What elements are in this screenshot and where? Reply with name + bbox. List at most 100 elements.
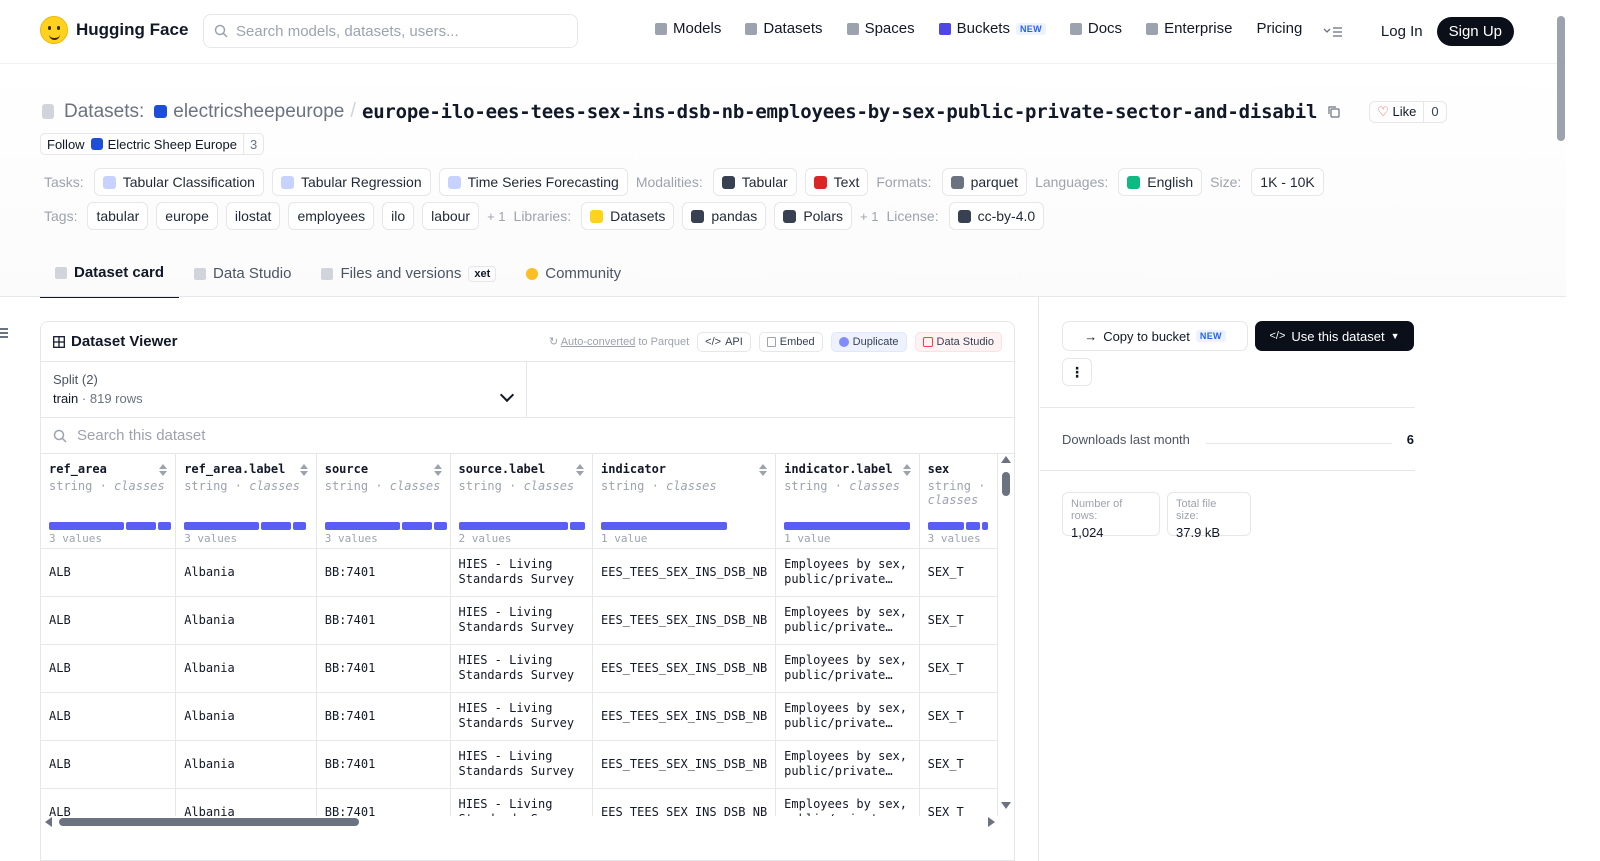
scroll-down-icon[interactable] <box>1001 802 1011 809</box>
data-studio-button[interactable]: Data Studio <box>914 331 1002 352</box>
table-cell[interactable]: SEX_T <box>919 596 998 645</box>
scroll-up-icon[interactable] <box>1001 456 1011 463</box>
table-cell[interactable]: ALB <box>41 548 177 597</box>
column-header[interactable]: indicator.label string · classes 1 value <box>775 454 920 549</box>
duplicate-button[interactable]: Duplicate <box>830 331 907 352</box>
dataset-name[interactable]: europe-ilo-ees-tees-sex-ins-dsb-nb-emplo… <box>362 101 1318 123</box>
library-chip[interactable]: Polars <box>774 202 852 230</box>
sort-icon[interactable] <box>159 464 168 476</box>
table-row[interactable]: ALBAlbaniaBB:7401HIES - LivingStandards … <box>41 596 998 645</box>
table-vertical-scrollbar[interactable] <box>1001 456 1011 816</box>
sidebar-toggle-icon[interactable] <box>0 328 8 338</box>
table-row[interactable]: ALBAlbaniaBB:7401HIES - LivingStandards … <box>41 788 998 816</box>
sort-icon[interactable] <box>759 464 768 476</box>
global-search[interactable] <box>203 14 578 48</box>
tag-chip[interactable]: employees <box>288 202 375 230</box>
dataset-search-input[interactable] <box>77 427 942 444</box>
more-options-icon[interactable]: ⋮ <box>1062 358 1092 386</box>
table-cell[interactable]: BB:7401 <box>316 644 451 693</box>
table-cell[interactable]: ALB <box>41 692 177 741</box>
language-chip[interactable]: English <box>1118 168 1203 196</box>
api-button[interactable]: </> API <box>697 331 751 352</box>
login-link[interactable]: Log In <box>1381 23 1423 40</box>
page-scrollbar[interactable] <box>1556 0 1566 861</box>
like-button[interactable]: ♡ Like 0 <box>1369 100 1447 123</box>
table-cell[interactable]: Albania <box>175 692 317 741</box>
sort-icon[interactable] <box>433 464 442 476</box>
table-cell[interactable]: EES_TEES_SEX_INS_DSB_NB <box>592 596 777 645</box>
table-cell[interactable]: HIES - LivingStandards Survey <box>450 548 594 597</box>
follow-button[interactable]: Follow Electric Sheep Europe 3 <box>40 133 265 155</box>
nav-link-spaces[interactable]: Spaces <box>846 20 915 37</box>
scroll-thumb[interactable] <box>59 818 359 826</box>
nav-link-datasets[interactable]: Datasets <box>745 20 823 37</box>
table-cell[interactable]: HIES - LivingStandards Survey <box>450 644 594 693</box>
histogram-bar[interactable] <box>784 522 911 530</box>
table-cell[interactable]: ALB <box>41 644 177 693</box>
table-cell[interactable]: Albania <box>175 740 317 789</box>
column-header[interactable]: indicator string · classes 1 value <box>592 454 777 549</box>
table-cell[interactable]: HIES - LivingStandards Survey <box>450 788 594 816</box>
histogram-bar[interactable] <box>927 522 964 530</box>
tag-chip[interactable]: labour <box>422 202 480 230</box>
nav-link-models[interactable]: Models <box>655 20 721 37</box>
nav-link-buckets[interactable]: Buckets NEW <box>938 20 1046 37</box>
menu-icon[interactable] <box>1323 25 1343 39</box>
table-row[interactable]: ALBAlbaniaBB:7401HIES - LivingStandards … <box>41 644 998 693</box>
histogram-bar[interactable] <box>261 522 292 530</box>
histogram-bar[interactable] <box>49 522 124 530</box>
column-header[interactable]: sex string · classes 3 values <box>919 454 998 549</box>
tag-chip[interactable]: tabular <box>87 202 149 230</box>
table-cell[interactable]: Employees by sex,public/private… <box>775 788 920 816</box>
tab-data-studio[interactable]: Data Studio <box>179 258 306 298</box>
scroll-left-icon[interactable] <box>45 817 52 827</box>
histogram-bar[interactable] <box>324 522 400 530</box>
library-chip[interactable]: Datasets <box>581 202 675 230</box>
table-cell[interactable]: SEX_T <box>919 740 998 789</box>
dataset-search[interactable] <box>41 418 1014 454</box>
table-cell[interactable]: BB:7401 <box>316 596 451 645</box>
column-histogram[interactable] <box>784 522 911 530</box>
tag-chip[interactable]: ilo <box>382 202 415 230</box>
table-cell[interactable]: Albania <box>175 596 317 645</box>
column-header[interactable]: source string · classes 3 values <box>316 454 451 549</box>
nav-link-enterprise[interactable]: Enterprise <box>1146 20 1232 37</box>
table-cell[interactable]: Employees by sex,public/private… <box>775 740 920 789</box>
scroll-thumb[interactable] <box>1002 472 1010 496</box>
table-cell[interactable]: SEX_T <box>919 644 998 693</box>
histogram-bar[interactable] <box>401 522 432 530</box>
format-chip[interactable]: parquet <box>941 168 1028 196</box>
column-histogram[interactable] <box>927 522 988 530</box>
signup-button[interactable]: Sign Up <box>1436 17 1514 46</box>
histogram-bar[interactable] <box>601 522 727 530</box>
table-cell[interactable]: ALB <box>41 788 177 816</box>
histogram-bar[interactable] <box>158 522 171 530</box>
sort-icon[interactable] <box>576 464 584 476</box>
histogram-bar[interactable] <box>126 522 156 530</box>
global-search-input[interactable] <box>236 22 563 40</box>
table-cell[interactable]: Employees by sex,public/private… <box>775 692 920 741</box>
table-cell[interactable]: Employees by sex,public/private… <box>775 548 920 597</box>
table-cell[interactable]: SEX_T <box>919 692 998 741</box>
task-chip[interactable]: Tabular Classification <box>93 168 264 196</box>
column-header[interactable]: source.label string · classes 2 values <box>450 454 594 549</box>
license-chip[interactable]: cc-by-4.0 <box>948 202 1045 230</box>
column-histogram[interactable] <box>601 522 727 530</box>
sort-icon[interactable] <box>299 464 308 476</box>
libraries-more[interactable]: + 1 <box>860 209 878 224</box>
table-cell[interactable]: BB:7401 <box>316 548 451 597</box>
table-cell[interactable]: EES_TEES_SEX_INS_DSB_NB <box>592 692 777 741</box>
table-row[interactable]: ALBAlbaniaBB:7401HIES - LivingStandards … <box>41 548 998 597</box>
column-histogram[interactable] <box>49 522 171 530</box>
copy-to-bucket-button[interactable]: → Copy to bucket NEW <box>1062 321 1248 351</box>
table-row[interactable]: ALBAlbaniaBB:7401HIES - LivingStandards … <box>41 740 998 789</box>
sort-icon[interactable] <box>902 464 911 476</box>
tags-more[interactable]: + 1 <box>487 209 505 224</box>
auto-converted-link[interactable]: Auto-converted <box>561 336 636 348</box>
table-horizontal-scrollbar[interactable] <box>45 817 995 827</box>
table-row[interactable]: ALBAlbaniaBB:7401HIES - LivingStandards … <box>41 692 998 741</box>
nav-link-pricing[interactable]: Pricing <box>1256 20 1302 37</box>
table-cell[interactable]: HIES - LivingStandards Survey <box>450 740 594 789</box>
histogram-bar[interactable] <box>569 522 585 530</box>
task-chip[interactable]: Time Series Forecasting <box>438 168 628 196</box>
